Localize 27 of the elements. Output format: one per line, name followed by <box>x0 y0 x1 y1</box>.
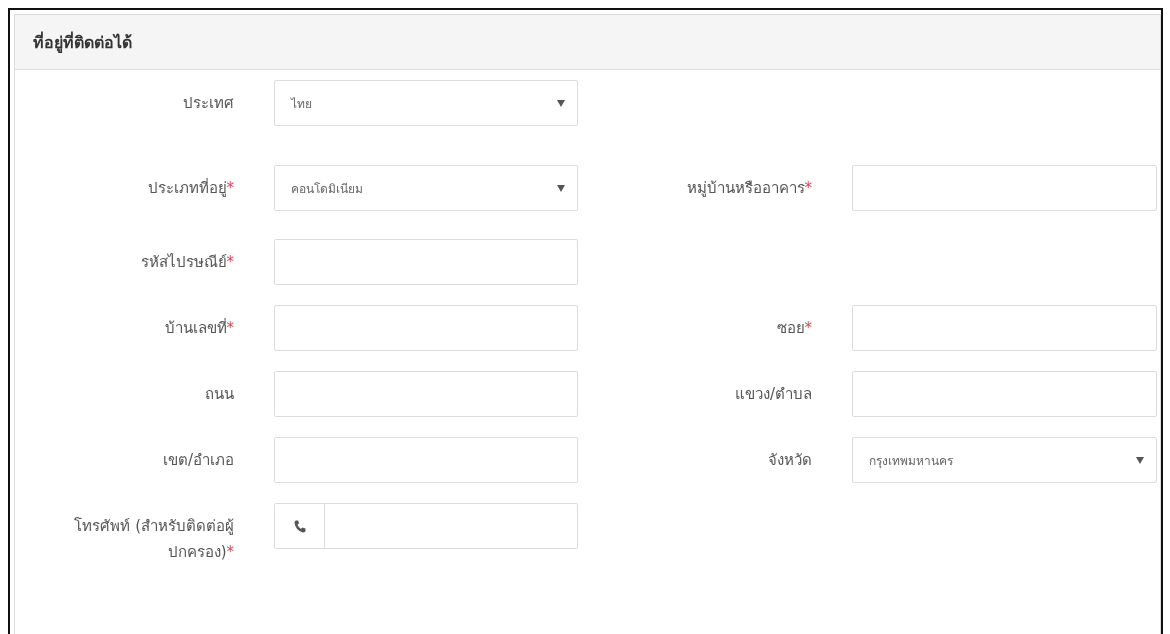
input-field[interactable] <box>274 437 578 483</box>
field-label: รหัสไปรษณีย์* <box>140 253 234 271</box>
caret-icon <box>557 99 565 107</box>
select-field[interactable]: ไทย <box>274 80 578 126</box>
field-label: โทรศัพท์ (สำหรับติดต่อผู้ปกครอง)* <box>74 517 234 561</box>
input-field[interactable] <box>274 239 578 285</box>
field-label: จังหวัด <box>768 451 812 469</box>
input-field[interactable] <box>274 371 578 417</box>
field-label: หมู่บ้านหรืออาคาร* <box>686 179 812 197</box>
field-label: ซอย* <box>776 319 812 337</box>
field-label: แขวง/ตำบล <box>734 385 812 403</box>
caret-icon <box>1136 456 1144 464</box>
field-label: ประเทศ <box>183 94 234 112</box>
panel-title: ที่อยู่ที่ติดต่อได้ <box>33 30 132 55</box>
select-field[interactable]: คอนโดมิเนียม <box>274 165 578 211</box>
field-label: บ้านเลขที่* <box>164 319 234 337</box>
field-label: ถนน <box>205 385 234 403</box>
phone-icon <box>293 519 306 533</box>
select-field[interactable]: กรุงเทพมหานคร <box>852 437 1157 483</box>
phone-field[interactable] <box>274 503 578 549</box>
input-field[interactable] <box>852 165 1157 211</box>
field-label: เขต/อำเภอ <box>162 451 234 469</box>
input-field[interactable] <box>852 371 1157 417</box>
input-field[interactable] <box>852 305 1157 351</box>
caret-icon <box>557 184 565 192</box>
field-label: ประเภทที่อยู่* <box>147 179 234 197</box>
input-field[interactable] <box>274 305 578 351</box>
